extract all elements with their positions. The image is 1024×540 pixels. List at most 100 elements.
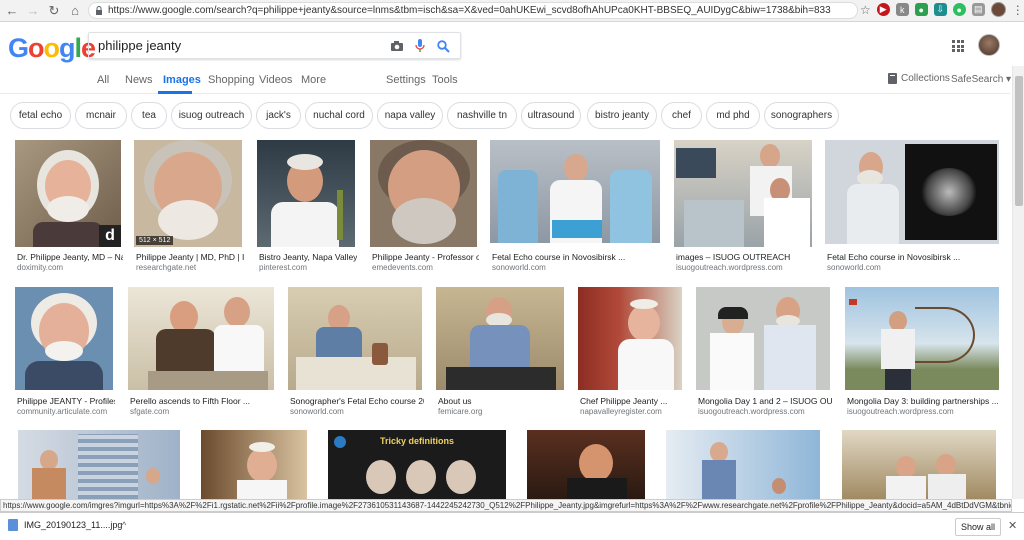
result-thumbnail[interactable] [15, 287, 113, 390]
home-icon[interactable]: ⌂ [66, 2, 84, 20]
result-title: Philippe Jeanty | MD, PhD | In... [136, 252, 244, 262]
chip[interactable]: isuog outreach [171, 102, 252, 129]
search-box[interactable] [88, 32, 461, 59]
result-title: images – ISUOG OUTREACH [676, 252, 791, 262]
result-thumbnail[interactable] [490, 140, 660, 243]
show-all-button[interactable]: Show all [955, 518, 1001, 536]
browser-toolbar: ← → ↻ ⌂ https://www.google.com/search?q=… [0, 0, 1024, 22]
result-source: sonoworld.com [827, 263, 881, 272]
result-thumbnail[interactable] [825, 140, 999, 244]
download-filename: IMG_20190123_11....jpg [24, 520, 123, 530]
result-title: Perello ascends to Fifth Floor ... [130, 396, 250, 406]
result-title: Fetal Echo course in Novosibirsk ... [492, 252, 626, 262]
apps-grid-icon[interactable] [952, 40, 964, 52]
tab-all[interactable]: All [97, 74, 109, 86]
result-title: Chef Philippe Jeanty ... [580, 396, 668, 406]
tab-videos[interactable]: Videos [259, 74, 292, 86]
result-thumbnail[interactable]: Tricky definitions [328, 430, 506, 499]
result-thumbnail[interactable] [18, 430, 180, 499]
menu-kebab-icon[interactable]: ⋮ [1012, 3, 1024, 17]
extension-evernote-icon[interactable]: ● [952, 3, 966, 16]
doximity-badge: d [99, 225, 121, 247]
extension-teal-icon[interactable]: ⇩ [933, 3, 947, 16]
tab-more[interactable]: More [301, 74, 326, 86]
result-source: isuogoutreach.wordpress.com [676, 263, 783, 272]
url-text: https://www.google.com/search?q=philippe… [108, 5, 831, 16]
collections-label: Collections [901, 73, 950, 84]
result-thumbnail[interactable] [201, 430, 307, 499]
result-thumbnail[interactable]: 512 × 512 [134, 140, 242, 247]
lock-icon [96, 6, 102, 15]
account-avatar[interactable] [978, 34, 1000, 56]
tab-news[interactable]: News [125, 74, 153, 86]
image-size-badge: 512 × 512 [136, 236, 174, 245]
bookmark-star-icon[interactable]: ☆ [860, 3, 871, 17]
extension-doc-icon[interactable]: ▤ [971, 3, 985, 16]
chip[interactable]: napa valley [377, 102, 443, 129]
chevron-up-icon[interactable]: ^ [122, 520, 126, 530]
chip[interactable]: bistro jeanty [587, 102, 657, 129]
profile-avatar-icon[interactable] [990, 2, 1006, 17]
result-source: isuogoutreach.wordpress.com [847, 407, 954, 416]
logo-letter: o [28, 33, 44, 63]
result-thumbnail[interactable] [674, 140, 812, 247]
result-thumbnail[interactable] [257, 140, 355, 247]
result-title: Fetal Echo course in Novosibirsk ... [827, 252, 961, 262]
result-thumbnail[interactable] [842, 430, 996, 499]
result-title: Dr. Philippe Jeanty, MD – Nas... [17, 252, 123, 262]
result-thumbnail[interactable] [288, 287, 422, 390]
extension-gray-icon[interactable]: k [895, 3, 909, 16]
tab-images[interactable]: Images [163, 74, 201, 86]
result-source: isuogoutreach.wordpress.com [698, 407, 805, 416]
search-input[interactable] [98, 38, 378, 53]
result-source: pinterest.com [259, 263, 308, 272]
search-tabs: All News Images Shopping Videos More Set… [0, 66, 1010, 94]
extension-green-icon[interactable]: ● [914, 3, 928, 16]
page-scrollbar[interactable] [1012, 66, 1024, 499]
result-thumbnail[interactable] [128, 287, 274, 390]
extension-red-icon[interactable]: ▶ [876, 3, 890, 16]
result-thumbnail[interactable] [527, 430, 645, 499]
chip[interactable]: chef [661, 102, 702, 129]
chip[interactable]: mcnair [75, 102, 127, 129]
tab-tools[interactable]: Tools [432, 74, 458, 86]
result-source: community.articulate.com [17, 407, 108, 416]
microphone-icon[interactable] [412, 38, 428, 54]
chip[interactable]: ultrasound [521, 102, 581, 129]
search-icon[interactable] [435, 38, 451, 54]
result-thumbnail[interactable]: d [15, 140, 121, 247]
address-bar[interactable]: https://www.google.com/search?q=philippe… [88, 2, 858, 19]
google-logo[interactable]: Google [8, 33, 96, 64]
camera-icon[interactable] [389, 38, 405, 54]
result-thumbnail[interactable] [845, 287, 999, 390]
result-thumbnail[interactable] [370, 140, 477, 247]
result-source: researchgate.net [136, 263, 197, 272]
chip[interactable]: sonographers [764, 102, 839, 129]
back-icon[interactable]: ← [3, 2, 21, 20]
chip[interactable]: tea [131, 102, 167, 129]
reload-icon[interactable]: ↻ [45, 2, 63, 20]
scrollbar-thumb[interactable] [1015, 76, 1023, 206]
result-title: Mongolia Day 1 and 2 – ISUOG OUTRE... [698, 396, 832, 406]
result-source: femicare.org [438, 407, 483, 416]
result-thumbnail[interactable] [436, 287, 564, 390]
chip[interactable]: fetal echo [10, 102, 71, 129]
result-title: Sonographer's Fetal Echo course 200... [290, 396, 424, 406]
logo-letter: g [59, 33, 75, 63]
result-thumbnail[interactable] [578, 287, 682, 390]
chip[interactable]: nuchal cord [305, 102, 373, 129]
chip[interactable]: nashville tn [447, 102, 517, 129]
status-bar-url: https://www.google.com/imgres?imgurl=htt… [0, 499, 1012, 512]
collections-link[interactable]: Collections [888, 73, 950, 84]
safesearch-dropdown[interactable]: SafeSearch ▾ [951, 74, 1011, 85]
result-title: Mongolia Day 3: building partnerships ..… [847, 396, 999, 406]
download-item[interactable]: IMG_20190123_11....jpg [8, 519, 122, 531]
result-thumbnail[interactable] [696, 287, 830, 390]
close-icon[interactable]: ✕ [1008, 519, 1017, 532]
chip[interactable]: jack's [256, 102, 301, 129]
chip[interactable]: md phd [706, 102, 760, 129]
tab-shopping[interactable]: Shopping [208, 74, 255, 86]
tab-settings[interactable]: Settings [386, 74, 426, 86]
result-thumbnail[interactable] [666, 430, 820, 499]
forward-icon[interactable]: → [24, 2, 42, 20]
